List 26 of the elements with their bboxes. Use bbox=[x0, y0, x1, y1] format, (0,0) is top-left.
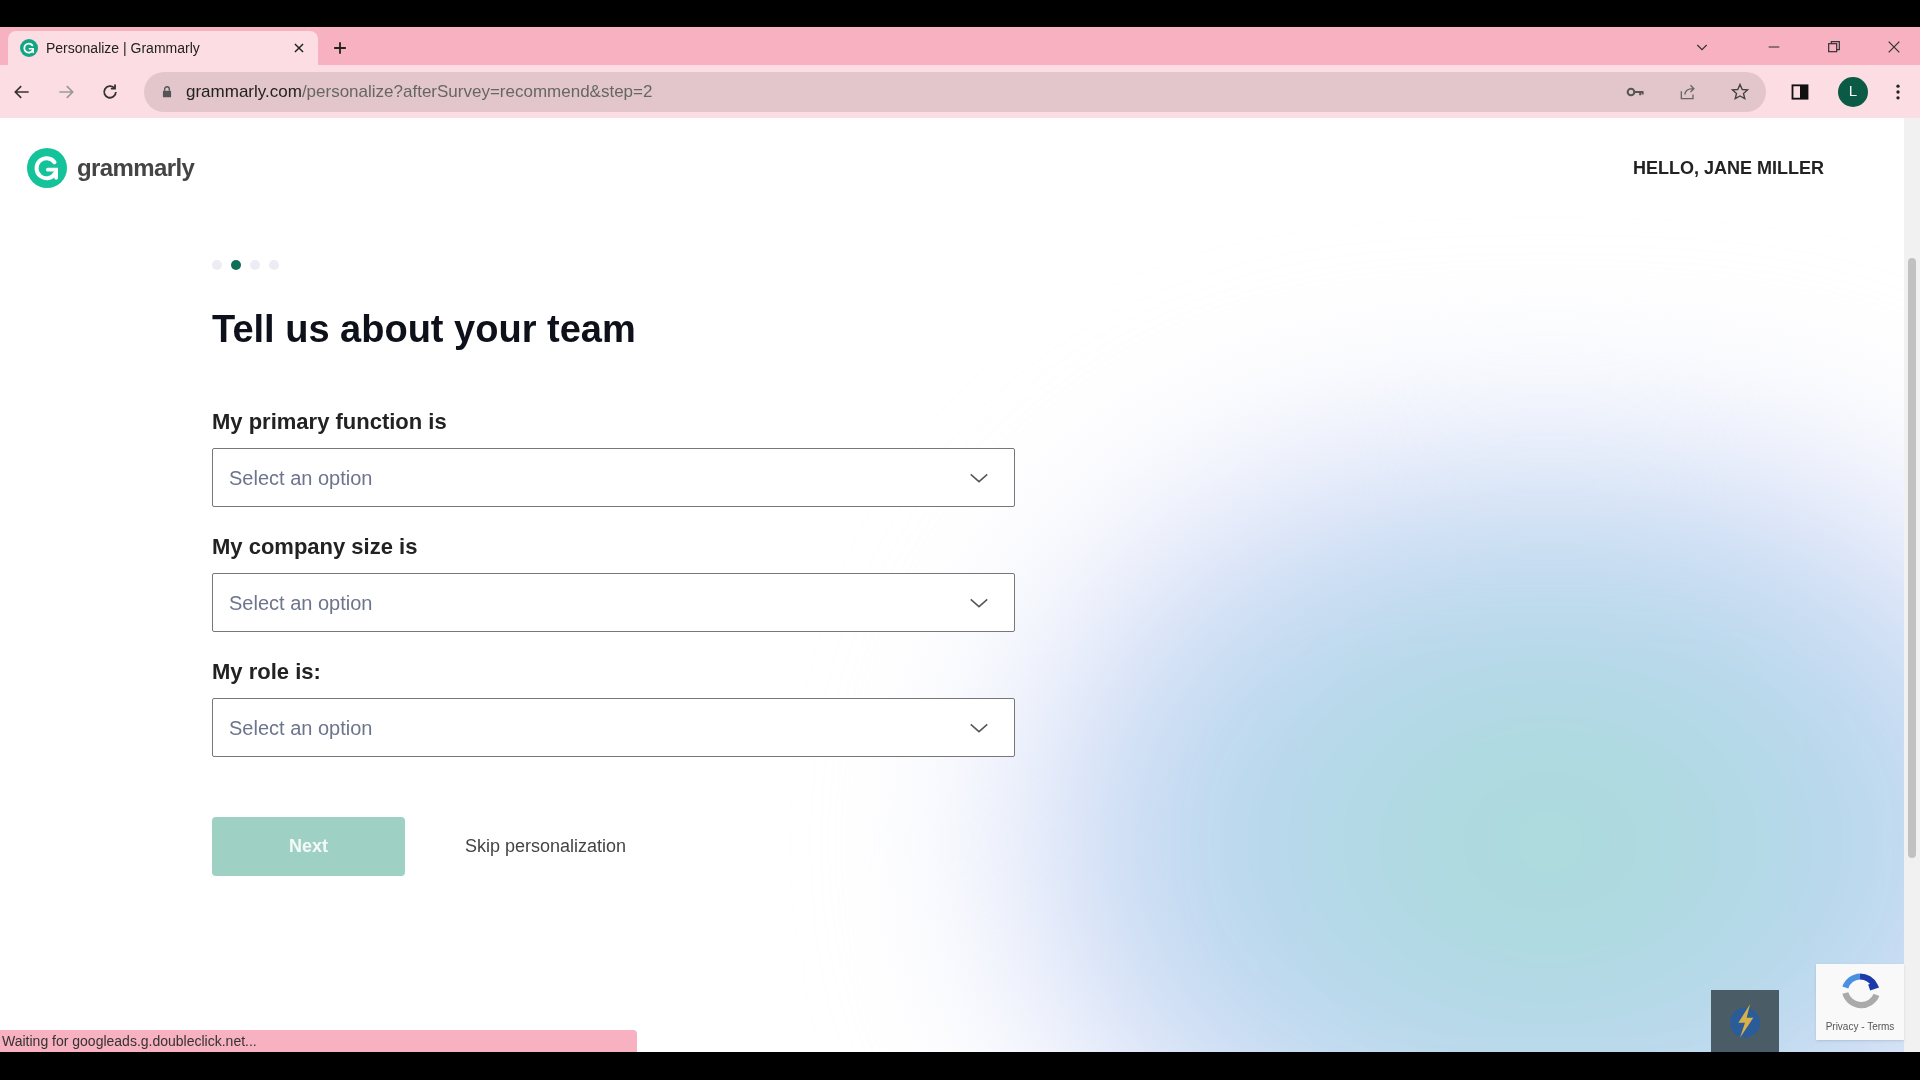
restore-icon[interactable] bbox=[1826, 39, 1842, 55]
field-label: My primary function is bbox=[212, 408, 448, 436]
close-icon[interactable] bbox=[292, 41, 306, 55]
grammarly-logo-icon bbox=[20, 39, 38, 57]
page-heading: Tell us about your team bbox=[212, 307, 637, 352]
scrollbar[interactable] bbox=[1904, 118, 1920, 1052]
field-label: My role is: bbox=[212, 658, 322, 686]
skip-personalization-link[interactable]: Skip personalization bbox=[465, 833, 627, 860]
lock-icon bbox=[160, 84, 174, 99]
tab-title: Personalize | Grammarly bbox=[46, 38, 201, 58]
lightning-bolt-widget[interactable] bbox=[1711, 990, 1779, 1052]
side-panel-icon[interactable] bbox=[1790, 81, 1810, 102]
select-dropdown[interactable]: Select an option bbox=[212, 573, 1015, 632]
select-dropdown[interactable]: Select an option bbox=[212, 448, 1015, 507]
address-bar[interactable]: grammarly.com/personalize?afterSurvey=recommend&step=2 bbox=[144, 71, 1766, 112]
star-icon[interactable] bbox=[1730, 81, 1750, 102]
field-label: My company size is bbox=[212, 533, 419, 561]
recaptcha-links[interactable]: Privacy - Terms bbox=[1825, 1018, 1895, 1034]
close-icon[interactable] bbox=[1886, 39, 1902, 55]
profile-avatar[interactable]: L bbox=[1838, 76, 1868, 107]
url-text: grammarly.com/personalize?afterSurvey=recommend&step=2 bbox=[186, 80, 654, 103]
brand-name: grammarly bbox=[77, 153, 195, 183]
browser-tab[interactable]: Personalize | Grammarly bbox=[8, 31, 318, 65]
select-dropdown[interactable]: Select an option bbox=[212, 698, 1015, 757]
status-bar: Waiting for googleads.g.doubleclick.net... bbox=[0, 1030, 637, 1052]
greeting-text: HELLO, JANE MILLER bbox=[1633, 156, 1824, 180]
